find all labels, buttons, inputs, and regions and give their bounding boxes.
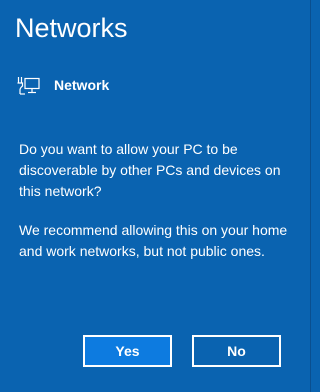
discoverable-question: Do you want to allow your PC to be disco… [19,141,281,199]
yes-button[interactable]: Yes [83,335,172,367]
network-entry: Network [17,74,109,96]
no-button[interactable]: No [192,335,281,367]
wired-network-icon [17,74,41,96]
network-name: Network [54,77,110,93]
networks-flyout: Networks Network Do you want to allow yo… [0,0,311,392]
panel-title: Networks [15,13,128,43]
recommendation-text: We recommend allowing this on your home … [19,222,288,259]
